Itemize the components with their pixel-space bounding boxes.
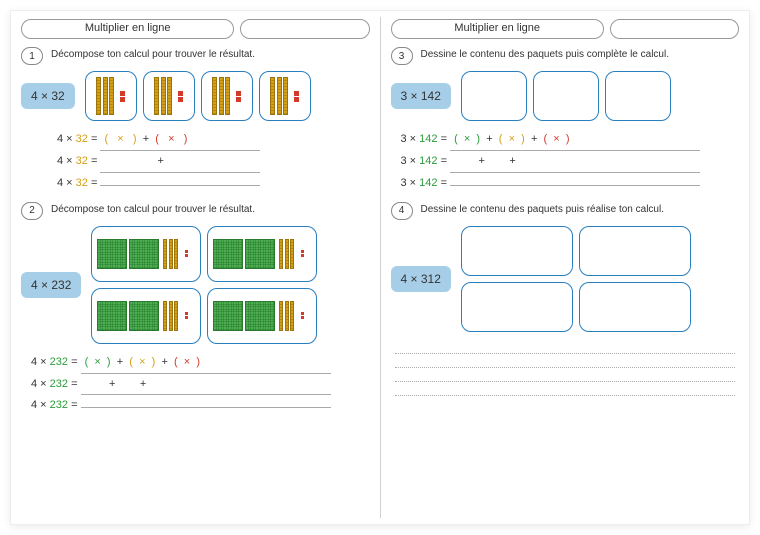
empty-box[interactable] xyxy=(533,71,599,121)
tens-rods-icon xyxy=(154,77,172,115)
calc-line: 4 × 32 = xyxy=(57,173,370,194)
exercise-2-calc: 4 × 232 = ( × ) + ( × ) + ( × ) 4 × 232 … xyxy=(31,352,370,417)
header-row-left: Multiplier en ligne xyxy=(21,19,370,39)
name-field-left[interactable] xyxy=(240,19,369,39)
exercise-2-boxes xyxy=(91,226,331,344)
tens-rods-icon xyxy=(270,77,288,115)
name-field-right[interactable] xyxy=(610,19,739,39)
exercise-1-problem-row: 4 × 32 xyxy=(21,71,370,121)
exercise-number-2: 2 xyxy=(21,202,43,220)
exercise-2-problem-row: 4 × 232 xyxy=(21,226,370,344)
base10-box xyxy=(143,71,195,121)
exercise-4-problem-row: 4 × 312 xyxy=(391,226,740,332)
exercise-1-calc: 4 × 32 = ( × ) + ( × ) 4 × 32 = + 4 × 32… xyxy=(57,129,370,194)
empty-box[interactable] xyxy=(605,71,671,121)
exercise-3-instruction: Dessine le contenu des paquets puis comp… xyxy=(421,47,669,60)
tens-rods-icon xyxy=(163,301,178,331)
empty-box[interactable] xyxy=(579,282,691,332)
tens-rods-icon xyxy=(279,239,294,269)
problem-1-pill: 4 × 32 xyxy=(21,83,75,109)
empty-box[interactable] xyxy=(461,71,527,121)
calc-line: 3 × 142 = ( × ) + ( × ) + ( × ) xyxy=(401,129,740,151)
calc-line: 4 × 32 = + xyxy=(57,151,370,173)
base10-box xyxy=(91,288,201,344)
calc-line: 4 × 32 = ( × ) + ( × ) xyxy=(57,129,370,151)
tens-rods-icon xyxy=(212,77,230,115)
exercise-3-calc: 3 × 142 = ( × ) + ( × ) + ( × ) 3 × 142 … xyxy=(401,129,740,194)
exercise-2-header: 2 Décompose ton calcul pour trouver le r… xyxy=(21,202,370,220)
exercise-3-problem-row: 3 × 142 xyxy=(391,71,740,121)
units-icon xyxy=(184,250,188,258)
exercise-4-work-lines[interactable] xyxy=(395,340,736,396)
calc-line: 4 × 232 = xyxy=(31,395,370,416)
tens-rods-icon xyxy=(279,301,294,331)
calc-line: 3 × 142 = xyxy=(401,173,740,194)
hundreds-flats-icon xyxy=(213,239,275,269)
calc-line: 4 × 232 = + + xyxy=(31,374,370,396)
exercise-4-boxes xyxy=(461,226,691,332)
page-title-left: Multiplier en ligne xyxy=(21,19,234,39)
exercise-4-instruction: Dessine le contenu des paquets puis réal… xyxy=(421,202,664,215)
exercise-1-header: 1 Décompose ton calcul pour trouver le r… xyxy=(21,47,370,65)
empty-box[interactable] xyxy=(461,282,573,332)
header-row-right: Multiplier en ligne xyxy=(391,19,740,39)
units-icon xyxy=(300,250,304,258)
tens-rods-icon xyxy=(163,239,178,269)
tens-rods-icon xyxy=(96,77,114,115)
calc-line: 4 × 232 = ( × ) + ( × ) + ( × ) xyxy=(31,352,370,374)
problem-4-pill: 4 × 312 xyxy=(391,266,451,292)
base10-box xyxy=(91,226,201,282)
hundreds-flats-icon xyxy=(97,301,159,331)
empty-box[interactable] xyxy=(579,226,691,276)
exercise-3-header: 3 Dessine le contenu des paquets puis co… xyxy=(391,47,740,65)
hundreds-flats-icon xyxy=(213,301,275,331)
base10-box xyxy=(201,71,253,121)
base10-box xyxy=(207,226,317,282)
problem-3-pill: 3 × 142 xyxy=(391,83,451,109)
exercise-number-4: 4 xyxy=(391,202,413,220)
exercise-number-1: 1 xyxy=(21,47,43,65)
exercise-3-boxes xyxy=(461,71,671,121)
problem-2-pill: 4 × 232 xyxy=(21,272,81,298)
exercise-1-boxes xyxy=(85,71,311,121)
exercise-1-instruction: Décompose ton calcul pour trouver le rés… xyxy=(51,47,255,60)
exercise-number-3: 3 xyxy=(391,47,413,65)
units-icon xyxy=(119,90,125,102)
units-icon xyxy=(184,312,188,320)
page-left: Multiplier en ligne 1 Décompose ton calc… xyxy=(11,11,380,524)
units-icon xyxy=(293,90,299,102)
hundreds-flats-icon xyxy=(97,239,159,269)
units-icon xyxy=(235,90,241,102)
base10-box xyxy=(85,71,137,121)
worksheet: Multiplier en ligne 1 Décompose ton calc… xyxy=(10,10,750,525)
exercise-2-instruction: Décompose ton calcul pour trouver le rés… xyxy=(51,202,255,215)
page-title-right: Multiplier en ligne xyxy=(391,19,604,39)
base10-box xyxy=(259,71,311,121)
calc-line: 3 × 142 = + + xyxy=(401,151,740,173)
exercise-4-header: 4 Dessine le contenu des paquets puis ré… xyxy=(391,202,740,220)
units-icon xyxy=(300,312,304,320)
empty-box[interactable] xyxy=(461,226,573,276)
base10-box xyxy=(207,288,317,344)
units-icon xyxy=(177,90,183,102)
page-right: Multiplier en ligne 3 Dessine le contenu… xyxy=(381,11,750,524)
